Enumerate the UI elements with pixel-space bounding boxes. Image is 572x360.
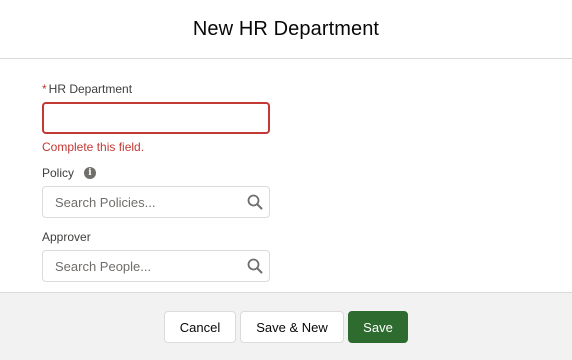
modal-footer: Cancel Save & New Save xyxy=(0,292,572,360)
hr-department-label-row: * HR Department xyxy=(42,81,270,97)
hr-department-field: * HR Department Complete this field. xyxy=(42,81,270,154)
approver-label: Approver xyxy=(42,230,91,244)
hr-department-input[interactable] xyxy=(42,102,270,134)
policy-search-input[interactable]: Search Policies... xyxy=(42,186,270,218)
policy-label: Policy xyxy=(42,166,75,180)
policy-label-row: Policy i xyxy=(42,165,270,181)
modal-header: New HR Department xyxy=(0,0,572,59)
search-icon xyxy=(247,258,263,274)
modal-title: New HR Department xyxy=(192,17,380,40)
approver-field: Approver Search People... xyxy=(42,229,270,282)
info-icon[interactable]: i xyxy=(84,167,97,179)
new-hr-department-modal: New HR Department * HR Department Comple… xyxy=(0,0,572,360)
hr-department-label: HR Department xyxy=(48,82,133,96)
cancel-button[interactable]: Cancel xyxy=(164,311,236,343)
save-button[interactable]: Save xyxy=(348,311,408,343)
save-and-new-button[interactable]: Save & New xyxy=(240,311,344,343)
hr-department-error: Complete this field. xyxy=(42,140,145,154)
required-marker: * xyxy=(42,82,47,96)
policy-field: Policy i Search Policies... xyxy=(42,165,270,218)
approver-placeholder: Search People... xyxy=(55,258,152,274)
search-icon xyxy=(247,194,263,210)
policy-placeholder: Search Policies... xyxy=(55,194,156,210)
approver-label-row: Approver xyxy=(42,229,270,245)
approver-search-input[interactable]: Search People... xyxy=(42,250,270,282)
modal-body: * HR Department Complete this field. Pol… xyxy=(0,59,572,292)
